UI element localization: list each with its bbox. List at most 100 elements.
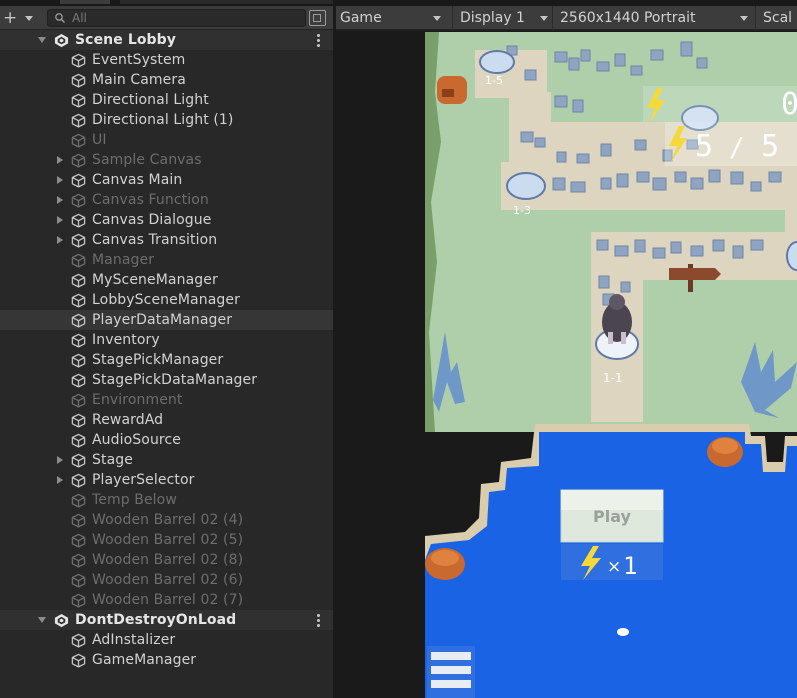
scale-slider[interactable]: Scal (759, 6, 797, 30)
hierarchy-item[interactable]: Wooden Barrel 02 (6) (0, 570, 333, 590)
hierarchy-item[interactable]: UI (0, 130, 333, 150)
hierarchy-item[interactable]: Wooden Barrel 02 (4) (0, 510, 333, 530)
hierarchy-item[interactable]: RewardAd (0, 410, 333, 430)
foldout-arrow-icon[interactable] (57, 156, 63, 164)
hierarchy-item[interactable]: GameManager (0, 650, 333, 670)
foldout-arrow-icon[interactable] (57, 216, 63, 224)
foldout-arrow-icon[interactable] (57, 196, 63, 204)
hierarchy-item[interactable]: Directional Light (1) (0, 110, 333, 130)
view-select[interactable]: Game (336, 6, 453, 30)
foldout-arrow-icon[interactable] (38, 37, 46, 43)
energy-max: 5 (761, 129, 779, 164)
hierarchy-item[interactable]: Wooden Barrel 02 (8) (0, 550, 333, 570)
hierarchy-item[interactable]: PlayerDataManager (0, 310, 333, 330)
hierarchy-item[interactable]: Main Camera (0, 70, 333, 90)
hierarchy-item[interactable]: Canvas Dialogue (0, 210, 333, 230)
gameobject-cube-icon (71, 453, 86, 468)
item-label: PlayerDataManager (92, 312, 233, 328)
chevron-down-icon (433, 16, 441, 21)
hierarchy-search[interactable] (47, 9, 306, 27)
hierarchy-item[interactable]: Temp Below (0, 490, 333, 510)
item-label: Canvas Dialogue (92, 212, 212, 228)
item-label: Wooden Barrel 02 (8) (92, 552, 244, 568)
scene-name: Scene Lobby (75, 32, 177, 48)
hierarchy-item[interactable]: Inventory (0, 330, 333, 350)
hierarchy-item[interactable]: StagePickDataManager (0, 370, 333, 390)
energy-current: 5 (695, 129, 713, 164)
hierarchy-item[interactable]: Sample Canvas (0, 150, 333, 170)
hierarchy-item[interactable]: EventSystem (0, 50, 333, 70)
item-label: Wooden Barrel 02 (6) (92, 572, 244, 588)
cost-value: 1 (623, 552, 637, 580)
chevron-down-icon (740, 16, 748, 21)
hierarchy-item[interactable]: Canvas Transition (0, 230, 333, 250)
foldout-arrow-icon[interactable] (57, 456, 63, 464)
item-label: Sample Canvas (92, 152, 202, 168)
gameobject-cube-icon (71, 193, 86, 208)
hierarchy-toolbar: + (0, 6, 333, 30)
search-icon (55, 13, 66, 24)
gameobject-cube-icon (71, 533, 86, 548)
wooden-barrel (425, 548, 465, 580)
unity-scene-icon (54, 33, 69, 48)
gameobject-cube-icon (71, 493, 86, 508)
resolution-select[interactable]: 2560x1440 Portrait (556, 6, 756, 30)
add-object-button[interactable]: + (3, 8, 37, 28)
foldout-arrow-icon[interactable] (38, 617, 46, 623)
svg-text:1-1: 1-1 (603, 371, 623, 385)
energy-separator: / (729, 133, 745, 163)
gameobject-cube-icon (71, 333, 86, 348)
hierarchy-item[interactable]: Canvas Main (0, 170, 333, 190)
water-foam (617, 628, 629, 636)
item-label: Directional Light (92, 92, 209, 108)
item-label: Wooden Barrel 02 (5) (92, 532, 244, 548)
hierarchy-item[interactable]: LobbySceneManager (0, 290, 333, 310)
gameobject-cube-icon (71, 573, 86, 588)
hierarchy-panel: + Scene Lobby EventSystem Main Camera Direc… (0, 0, 333, 698)
gameobject-cube-icon (71, 553, 86, 568)
scene-menu-icon[interactable] (315, 614, 321, 627)
item-label: Canvas Function (92, 192, 209, 208)
scene-row[interactable]: Scene Lobby (0, 30, 333, 50)
hierarchy-item[interactable]: Environment (0, 390, 333, 410)
menu-button[interactable] (427, 646, 475, 698)
foldout-arrow-icon[interactable] (57, 176, 63, 184)
display-select[interactable]: Display 1 (456, 6, 553, 30)
hierarchy-item[interactable]: AudioSource (0, 430, 333, 450)
hierarchy-item[interactable]: Wooden Barrel 02 (5) (0, 530, 333, 550)
hierarchy-item[interactable]: AdInstalizer (0, 630, 333, 650)
scene-menu-icon[interactable] (315, 34, 321, 47)
gameobject-cube-icon (71, 373, 86, 388)
gameobject-cube-icon (71, 413, 86, 428)
gameobject-cube-icon (71, 113, 86, 128)
gameobject-cube-icon (71, 353, 86, 368)
item-label: AdInstalizer (92, 632, 176, 648)
lock-icon[interactable] (309, 10, 326, 26)
gameobject-cube-icon (71, 73, 86, 88)
hierarchy-item[interactable]: Canvas Function (0, 190, 333, 210)
foldout-arrow-icon[interactable] (57, 236, 63, 244)
item-label: EventSystem (92, 52, 186, 68)
gameobject-cube-icon (71, 153, 86, 168)
hierarchy-item[interactable]: Stage (0, 450, 333, 470)
display-select-label: Display 1 (460, 10, 525, 26)
hierarchy-item[interactable]: Manager (0, 250, 333, 270)
item-label: PlayerSelector (92, 472, 195, 488)
play-button[interactable]: Play (560, 489, 664, 543)
search-input[interactable] (72, 10, 300, 26)
hierarchy-item[interactable]: MySceneManager (0, 270, 333, 290)
gameobject-cube-icon (71, 273, 86, 288)
hierarchy-item[interactable]: Directional Light (0, 90, 333, 110)
gameobject-cube-icon (71, 133, 86, 148)
scene-row[interactable]: DontDestroyOnLoad (0, 610, 333, 630)
unity-scene-icon (54, 613, 69, 628)
hierarchy-item[interactable]: Wooden Barrel 02 (7) (0, 590, 333, 610)
hierarchy-item[interactable]: StagePickManager (0, 350, 333, 370)
hierarchy-item[interactable]: PlayerSelector (0, 470, 333, 490)
svg-text:1-3: 1-3 (513, 204, 531, 217)
game-viewport[interactable]: 1-5 1-3 1-1 0 5 / 5 Play × 1 (425, 32, 797, 698)
scene-name: DontDestroyOnLoad (75, 612, 237, 628)
item-label: LobbySceneManager (92, 292, 240, 308)
foldout-arrow-icon[interactable] (57, 476, 63, 484)
gameobject-cube-icon (71, 593, 86, 608)
